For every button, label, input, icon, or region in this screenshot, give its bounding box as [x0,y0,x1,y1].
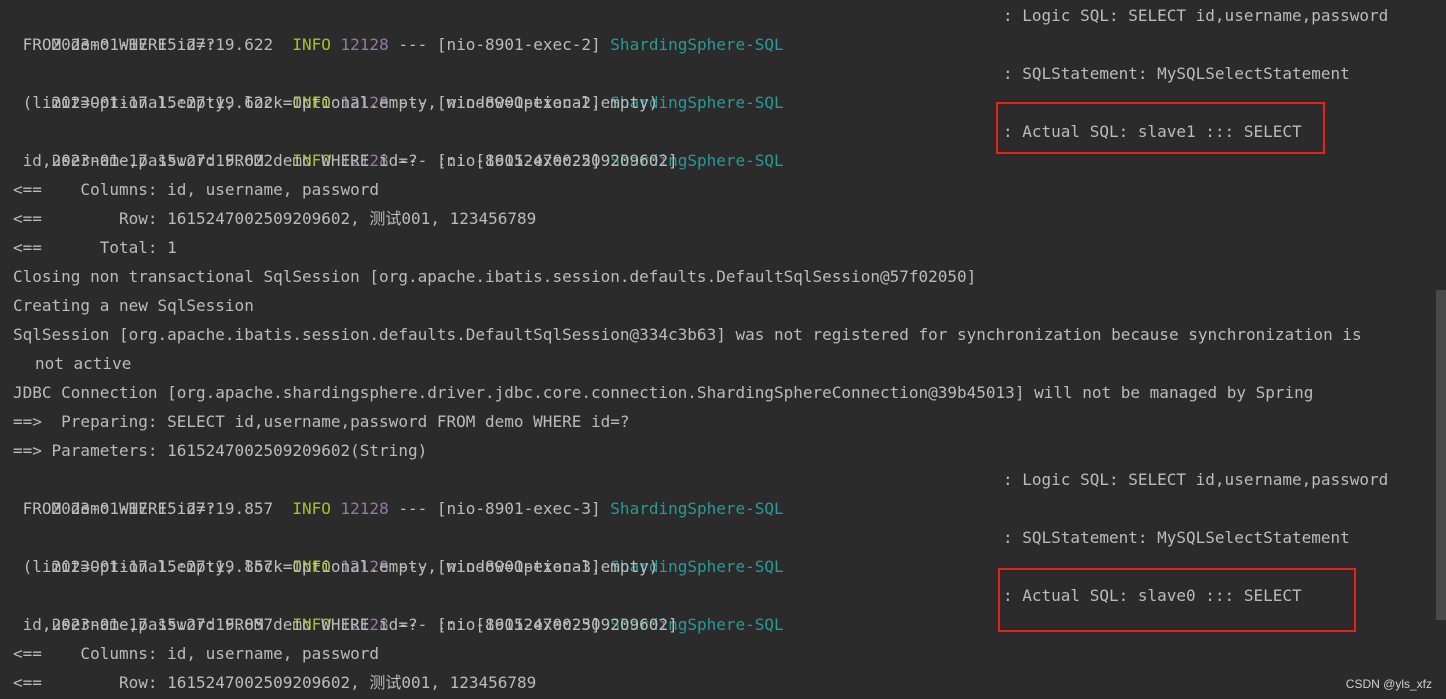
log-continuation: FROM demo WHERE id=? [13,499,216,518]
log-separator: --- [398,499,428,518]
log-line-closing-session: Closing non transactional SqlSession [or… [13,267,977,286]
log-line-parameters: ==> Parameters: 1615247002509209602(Stri… [13,441,428,460]
log-pid: 12128 [340,499,389,518]
log-separator: --- [398,35,428,54]
log-line-row: <== Row: 1615247002509209602, 测试001, 123… [13,209,537,228]
log-continuation: id,username,password FROM demo WHERE id=… [13,615,678,634]
log-message: : SQLStatement: MySQLSelectStatement [1003,64,1350,83]
watermark: CSDN @yls_xfz [1345,677,1432,691]
log-line: 2023-01-17 15:27:19.622 INFO 12128 --- [… [13,1,784,54]
log-continuation: not active [35,354,132,373]
vertical-scrollbar[interactable] [1436,290,1446,620]
log-line-preparing: ==> Preparing: SELECT id,username,passwo… [13,412,630,431]
log-message: : Logic SQL: SELECT id,username,password [1003,6,1389,25]
log-continuation: (limit=Optional.empty, lock=Optional.emp… [13,557,659,576]
log-continuation: FROM demo WHERE id=? [13,35,216,54]
log-line-row: <== Row: 1615247002509209602, 测试001, 123… [13,673,537,692]
log-message: : SQLStatement: MySQLSelectStatement [1003,528,1350,547]
log-line-columns: <== Columns: id, username, password [13,180,380,199]
log-logger: ShardingSphere-SQL [610,499,784,518]
log-message-actual-sql: : Actual SQL: slave1 ::: SELECT [1003,122,1302,141]
log-line-total: <== Total: 1 [13,238,177,257]
log-line-session-sync: SqlSession [org.apache.ibatis.session.de… [13,325,1362,344]
log-level: INFO [292,499,331,518]
log-logger: ShardingSphere-SQL [610,35,784,54]
log-continuation: id,username,password FROM demo WHERE id=… [13,151,678,170]
log-line: 2023-01-17 15:27:19.857 INFO 12128 --- [… [13,581,784,634]
log-line-jdbc-connection: JDBC Connection [org.apache.shardingsphe… [13,383,1314,402]
log-pid: 12128 [340,35,389,54]
log-thread: [nio-8901-exec-2] [436,35,601,54]
log-line: 2023-01-17 15:27:19.622 INFO 12128 --- [… [13,59,784,112]
log-message-actual-sql: : Actual SQL: slave0 ::: SELECT [1003,586,1302,605]
log-level: INFO [292,35,331,54]
log-line: 2023-01-17 15:27:19.857 INFO 12128 --- [… [13,523,784,576]
log-line-creating-session: Creating a new SqlSession [13,296,254,315]
log-line: 2023-01-17 15:27:19.857 INFO 12128 --- [… [13,465,784,518]
log-continuation: (limit=Optional.empty, lock=Optional.emp… [13,93,659,112]
log-message: : Logic SQL: SELECT id,username,password [1003,470,1389,489]
log-line-columns: <== Columns: id, username, password [13,644,380,663]
log-thread: [nio-8901-exec-3] [436,499,601,518]
console-output: 2023-01-17 15:27:19.622 INFO 12128 --- [… [0,0,1446,699]
log-line: 2023-01-17 15:27:19.622 INFO 12128 --- [… [13,117,784,170]
